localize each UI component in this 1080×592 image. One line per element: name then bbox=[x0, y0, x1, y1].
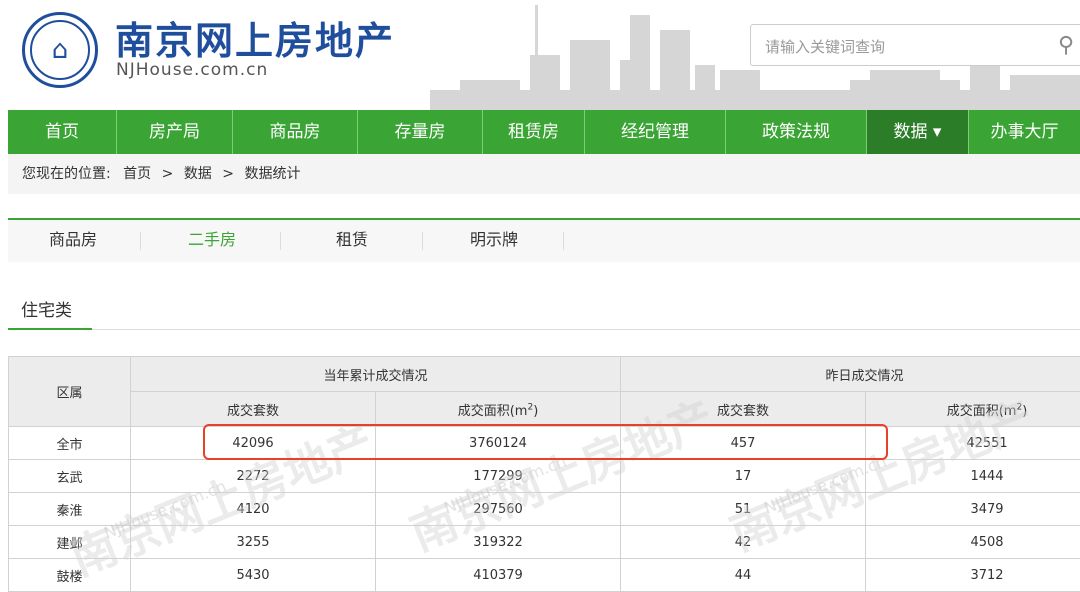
table-row: 鼓楼 5430 410379 44 3712 bbox=[9, 559, 1080, 592]
ytd-group-header: 当年累计成交情况 bbox=[131, 357, 621, 392]
breadcrumb-data[interactable]: 数据 bbox=[184, 154, 212, 194]
yesterday-group-header: 昨日成交情况 bbox=[621, 357, 1080, 392]
ytd-area-cell: 297560 bbox=[376, 493, 621, 526]
breadcrumb-prefix: 您现在的位置: bbox=[22, 154, 111, 194]
table-row: 全市 42096 3760124 457 42551 bbox=[9, 427, 1080, 460]
ytd-area-cell: 177299 bbox=[376, 460, 621, 493]
district-cell: 全市 bbox=[9, 427, 131, 460]
district-cell: 秦淮 bbox=[9, 493, 131, 526]
area-header-text: 成交面积(m bbox=[947, 404, 1017, 419]
section-title: 住宅类 bbox=[21, 296, 72, 321]
day-area-cell: 4508 bbox=[866, 526, 1080, 559]
breadcrumb-home[interactable]: 首页 bbox=[123, 154, 151, 194]
ytd-units-cell: 4120 bbox=[131, 493, 376, 526]
area-header-close: ) bbox=[533, 404, 538, 419]
tab-divider bbox=[563, 232, 564, 250]
site-domain: NJHouse.com.cn bbox=[116, 60, 268, 80]
ytd-area-cell: 410379 bbox=[376, 559, 621, 592]
nav-rental[interactable]: 租赁房 bbox=[483, 110, 585, 154]
district-header: 区属 bbox=[9, 357, 131, 427]
tab-resale[interactable]: 二手房 bbox=[142, 220, 282, 260]
breadcrumb: 您现在的位置: 首页 > 数据 > 数据统计 bbox=[8, 154, 1080, 194]
search-icon[interactable]: ⚲ bbox=[1058, 33, 1074, 58]
search-placeholder: 请输入关键词查询 bbox=[765, 36, 885, 57]
resale-stats-table: 区属 当年累计成交情况 昨日成交情况 成交套数 成交面积(m2) 成交套数 成交… bbox=[8, 356, 1080, 592]
day-area-cell: 3712 bbox=[866, 559, 1080, 592]
nav-home[interactable]: 首页 bbox=[8, 110, 117, 154]
table-subheader-row: 成交套数 成交面积(m2) 成交套数 成交面积(m2) bbox=[9, 392, 1080, 427]
area-header-close: ) bbox=[1022, 404, 1027, 419]
tab-signboard[interactable]: 明示牌 bbox=[424, 220, 564, 260]
day-units-cell: 51 bbox=[621, 493, 866, 526]
ytd-units-header: 成交套数 bbox=[131, 392, 376, 427]
day-area-cell: 3479 bbox=[866, 493, 1080, 526]
ytd-area-header: 成交面积(m2) bbox=[376, 392, 621, 427]
nav-resale[interactable]: 存量房 bbox=[358, 110, 483, 154]
section-divider bbox=[8, 329, 1080, 330]
tab-divider bbox=[422, 232, 423, 250]
nav-new-homes[interactable]: 商品房 bbox=[233, 110, 358, 154]
tab-rental[interactable]: 租赁 bbox=[282, 220, 422, 260]
day-area-header: 成交面积(m2) bbox=[866, 392, 1080, 427]
section-title-underline bbox=[8, 328, 92, 330]
district-cell: 建邺 bbox=[9, 526, 131, 559]
site-name: 南京网上房地产 bbox=[115, 10, 395, 65]
day-area-cell: 1444 bbox=[866, 460, 1080, 493]
table-row: 秦淮 4120 297560 51 3479 bbox=[9, 493, 1080, 526]
table-row: 玄武 2272 177299 17 1444 bbox=[9, 460, 1080, 493]
tab-divider bbox=[280, 232, 281, 250]
day-units-cell: 457 bbox=[621, 427, 866, 460]
site-header: ⌂ 南京网上房地产 NJHouse.com.cn 请输入关键词查询 ⚲ bbox=[0, 0, 1080, 110]
breadcrumb-separator: > bbox=[162, 154, 174, 194]
breadcrumb-separator: > bbox=[222, 154, 234, 194]
data-subtabs: 商品房 二手房 租赁 明示牌 bbox=[8, 218, 1080, 262]
area-header-text: 成交面积(m bbox=[458, 404, 528, 419]
ytd-units-cell: 5430 bbox=[131, 559, 376, 592]
day-area-cell: 42551 bbox=[866, 427, 1080, 460]
main-nav: 首页 房产局 商品房 存量房 租赁房 经纪管理 政策法规 数据 ▾ 办事大厅 bbox=[8, 110, 1080, 154]
tab-new-homes[interactable]: 商品房 bbox=[8, 220, 138, 260]
nav-policy[interactable]: 政策法规 bbox=[726, 110, 867, 154]
site-logo[interactable]: ⌂ bbox=[22, 12, 98, 88]
ytd-area-cell: 3760124 bbox=[376, 427, 621, 460]
ytd-area-cell: 319322 bbox=[376, 526, 621, 559]
nav-service-hall[interactable]: 办事大厅 bbox=[969, 110, 1080, 154]
ytd-units-cell: 42096 bbox=[131, 427, 376, 460]
day-units-cell: 42 bbox=[621, 526, 866, 559]
district-cell: 鼓楼 bbox=[9, 559, 131, 592]
day-units-cell: 17 bbox=[621, 460, 866, 493]
day-units-header: 成交套数 bbox=[621, 392, 866, 427]
nav-housing-bureau[interactable]: 房产局 bbox=[117, 110, 233, 154]
table-header-row: 区属 当年累计成交情况 昨日成交情况 bbox=[9, 357, 1080, 392]
tab-divider bbox=[140, 232, 141, 250]
breadcrumb-current: 数据统计 bbox=[244, 154, 300, 194]
ytd-units-cell: 2272 bbox=[131, 460, 376, 493]
building-icon: ⌂ bbox=[30, 20, 90, 80]
nav-brokerage[interactable]: 经纪管理 bbox=[585, 110, 726, 154]
table-row: 建邺 3255 319322 42 4508 bbox=[9, 526, 1080, 559]
day-units-cell: 44 bbox=[621, 559, 866, 592]
district-cell: 玄武 bbox=[9, 460, 131, 493]
ytd-units-cell: 3255 bbox=[131, 526, 376, 559]
nav-data[interactable]: 数据 ▾ bbox=[867, 110, 969, 154]
search-box[interactable]: 请输入关键词查询 ⚲ bbox=[750, 24, 1080, 66]
